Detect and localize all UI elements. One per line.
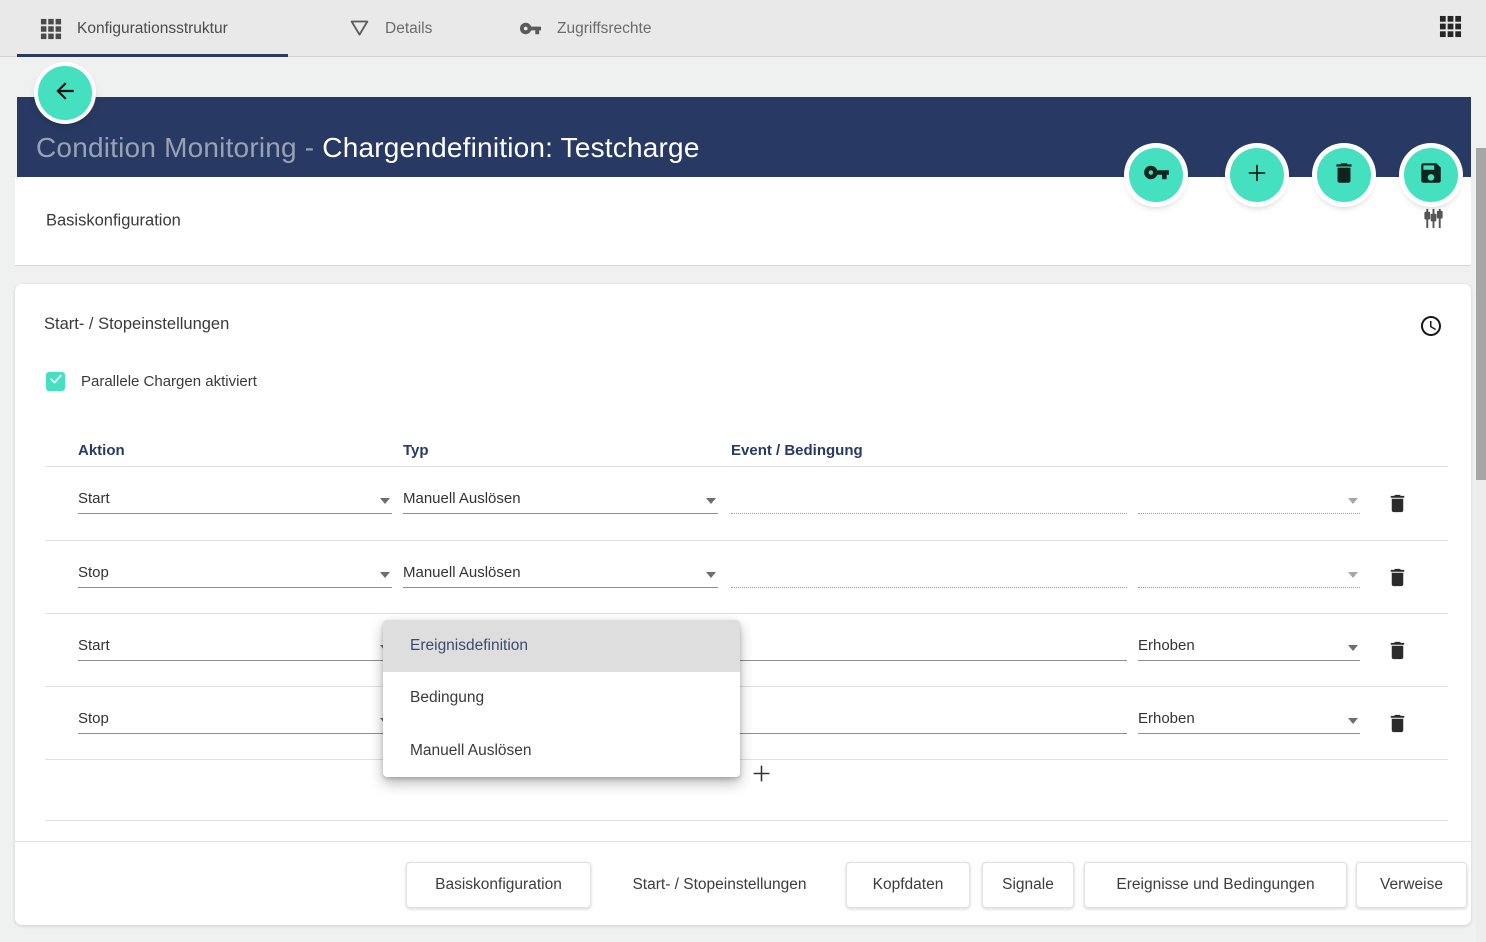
add-button[interactable] [1230, 148, 1284, 202]
tab-zugriffsrechte[interactable]: Zugriffsrechte [519, 0, 651, 57]
chevron-down-icon [1348, 645, 1358, 651]
row2-typ-select[interactable]: Manuell Auslösen [403, 557, 718, 588]
dropdown-option-manuell-ausloesen[interactable]: Manuell Auslösen [383, 725, 740, 777]
row2-delete-button[interactable] [1386, 566, 1409, 594]
chevron-down-icon [1348, 498, 1358, 504]
scrollbar-thumb[interactable] [1476, 148, 1486, 480]
add-row-button[interactable] [746, 761, 776, 791]
parallel-chargen-row: Parallele Chargen aktiviert [46, 372, 257, 391]
footer-button-signale[interactable]: Signale [982, 862, 1074, 908]
dropdown-option-bedingung[interactable]: Bedingung [383, 672, 740, 724]
chevron-down-icon [706, 572, 716, 578]
chevron-down-icon [1348, 572, 1358, 578]
chevron-down-icon [706, 498, 716, 504]
row4-delete-button[interactable] [1386, 712, 1409, 740]
row-divider [45, 540, 1448, 541]
chevron-down-icon [1348, 718, 1358, 724]
tab-details[interactable]: Details [349, 0, 432, 57]
footer-button-basiskonfiguration[interactable]: Basiskonfiguration [406, 862, 591, 908]
history-button[interactable] [1419, 314, 1443, 343]
row1-delete-button[interactable] [1386, 492, 1409, 520]
row3-aktion-select[interactable]: Start [78, 630, 392, 661]
row2-aktion-value: Stop [78, 564, 109, 581]
row3-mode-select[interactable]: Erhoben [1138, 630, 1360, 661]
trash-icon [1386, 566, 1409, 594]
plus-icon [748, 760, 775, 792]
row1-event-field[interactable] [731, 483, 1127, 514]
tab-label: Details [385, 20, 432, 38]
trash-icon [1386, 712, 1409, 740]
row1-aktion-value: Start [78, 490, 110, 507]
row3-delete-button[interactable] [1386, 639, 1409, 667]
row4-mode-value: Erhoben [1138, 710, 1195, 727]
footer-button-kopfdaten[interactable]: Kopfdaten [846, 862, 970, 908]
tune-button[interactable] [1422, 207, 1445, 235]
row1-typ-select[interactable]: Manuell Auslösen [403, 483, 718, 514]
top-tab-bar: Konfigurationsstruktur Details Zugriffsr… [0, 0, 1486, 57]
typ-dropdown-menu: Ereignisdefinition Bedingung Manuell Aus… [383, 620, 740, 777]
arrow-back-icon [52, 78, 78, 109]
parallel-chargen-label: Parallele Chargen aktiviert [81, 373, 257, 390]
table-divider [45, 466, 1448, 467]
column-header-typ: Typ [403, 442, 429, 459]
row1-typ-value: Manuell Auslösen [403, 490, 521, 507]
row4-aktion-value: Stop [78, 710, 109, 727]
clock-icon [1419, 314, 1443, 343]
chevron-down-icon [380, 498, 390, 504]
row3-event-field[interactable] [731, 630, 1127, 661]
apps-grid-icon [1439, 15, 1462, 43]
active-tab-underline [17, 54, 288, 57]
chevron-down-icon [380, 572, 390, 578]
row4-event-field[interactable] [731, 703, 1127, 734]
column-header-event: Event / Bedingung [731, 442, 863, 459]
scrollbar-track[interactable] [1476, 148, 1486, 942]
table-bottom-divider [45, 820, 1448, 821]
row-divider [45, 686, 1448, 687]
funnel-icon [349, 18, 370, 39]
footer-button-ereignisse[interactable]: Ereignisse und Bedingungen [1084, 862, 1347, 908]
row2-typ-value: Manuell Auslösen [403, 564, 521, 581]
back-button[interactable] [38, 66, 92, 120]
grid-icon [40, 18, 62, 40]
permissions-button[interactable] [1129, 148, 1183, 202]
footer-divider [15, 841, 1471, 842]
page-title-main: Chargendefinition: Testcharge [322, 132, 699, 163]
trash-icon [1386, 639, 1409, 667]
row3-mode-value: Erhoben [1138, 637, 1195, 654]
apps-grid-button[interactable] [1438, 17, 1462, 41]
plus-icon [1243, 159, 1271, 192]
trash-icon [1386, 492, 1409, 520]
row2-mode-select[interactable] [1138, 557, 1360, 588]
row1-mode-select[interactable] [1138, 483, 1360, 514]
tab-label: Konfigurationsstruktur [77, 20, 228, 38]
row1-aktion-select[interactable]: Start [78, 483, 392, 514]
parallel-chargen-checkbox[interactable] [46, 372, 65, 391]
tab-label: Zugriffsrechte [557, 20, 651, 38]
trash-icon [1331, 160, 1357, 191]
save-button[interactable] [1404, 148, 1458, 202]
delete-button[interactable] [1317, 148, 1371, 202]
row2-event-field[interactable] [731, 557, 1127, 588]
start-stop-panel: Start- / Stopeinstellungen Parallele Cha… [15, 284, 1471, 925]
row-divider [45, 759, 1448, 760]
footer-current-section-label: Start- / Stopeinstellungen [620, 862, 819, 908]
panel-title: Start- / Stopeinstellungen [44, 315, 229, 334]
row4-aktion-select[interactable]: Stop [78, 703, 392, 734]
page-title: Condition Monitoring - Chargendefinition… [36, 132, 700, 164]
sliders-icon [1422, 207, 1445, 235]
page-title-prefix: Condition Monitoring - [36, 132, 322, 163]
row4-mode-select[interactable]: Erhoben [1138, 703, 1360, 734]
row3-aktion-value: Start [78, 637, 110, 654]
check-icon [49, 372, 63, 391]
tab-konfigurationsstruktur[interactable]: Konfigurationsstruktur [40, 0, 228, 57]
dropdown-option-ereignisdefinition[interactable]: Ereignisdefinition [383, 620, 740, 672]
basiskonfiguration-title: Basiskonfiguration [46, 212, 181, 231]
column-header-aktion: Aktion [78, 442, 125, 459]
save-icon [1418, 160, 1444, 191]
row2-aktion-select[interactable]: Stop [78, 557, 392, 588]
row-divider [45, 613, 1448, 614]
key-icon [519, 17, 542, 40]
footer-button-verweise[interactable]: Verweise [1356, 862, 1467, 908]
key-icon [1143, 159, 1170, 191]
